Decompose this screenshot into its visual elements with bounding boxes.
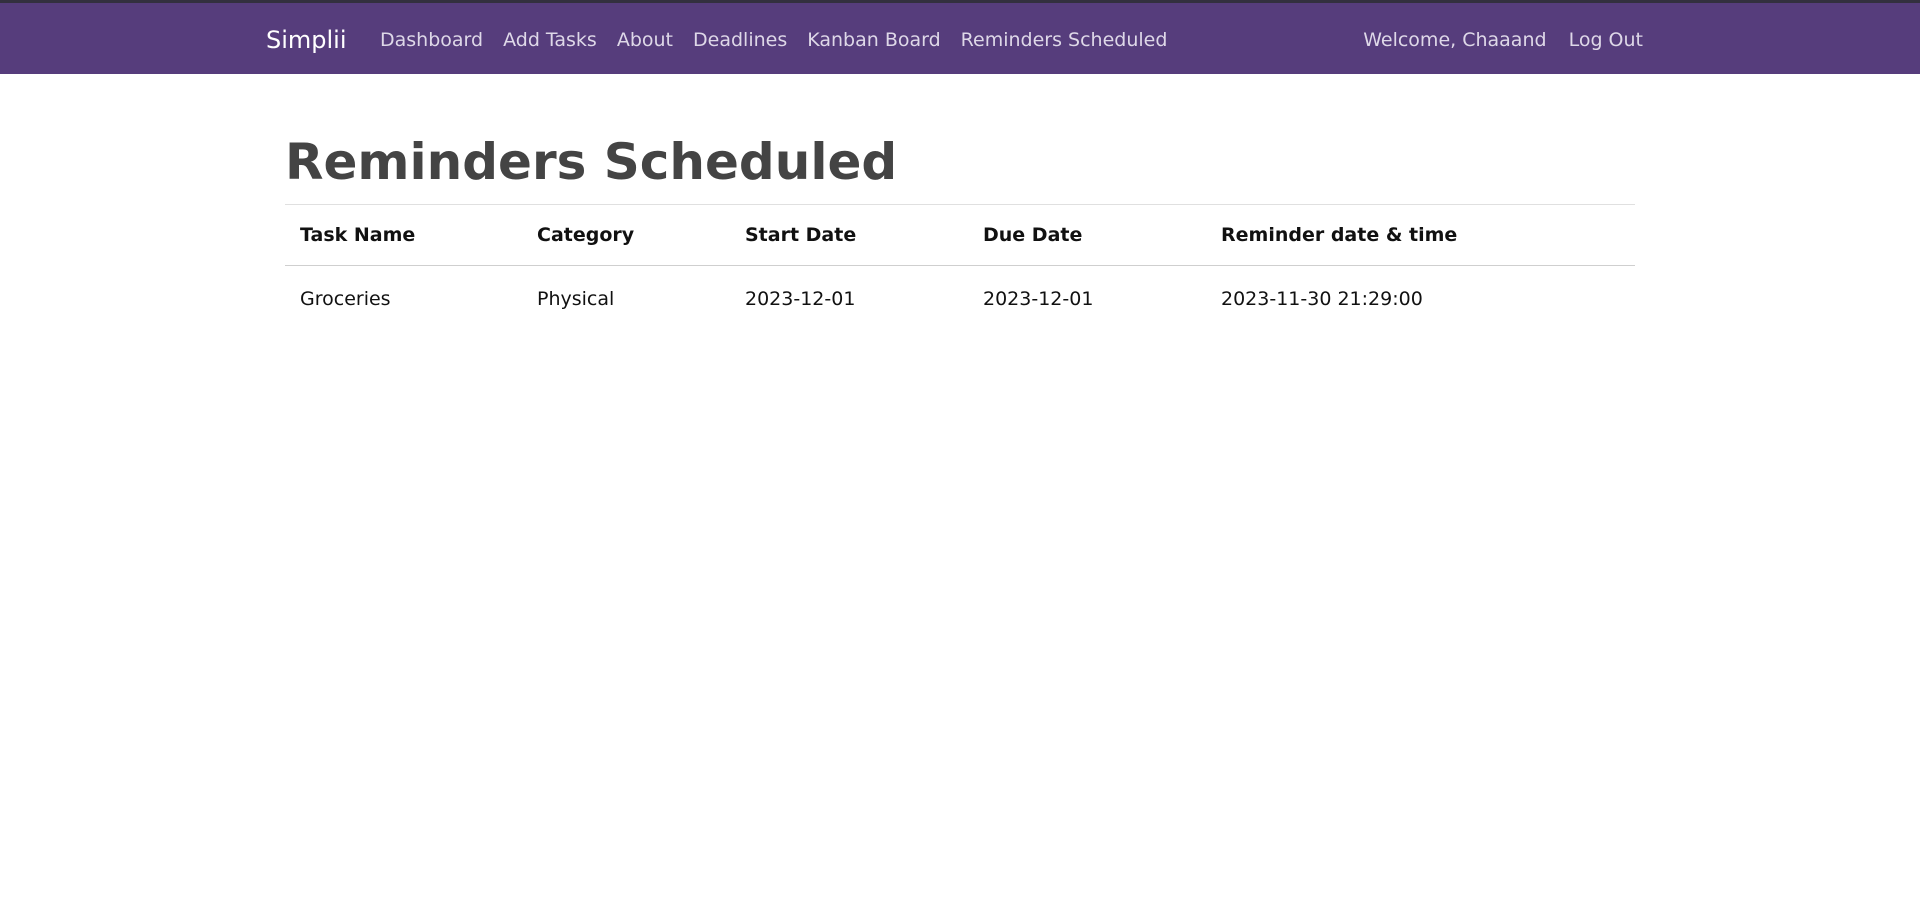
- cell-category: Physical: [537, 287, 615, 310]
- cell-due-date: 2023-12-01: [983, 287, 1094, 310]
- cell-reminder-datetime: 2023-11-30 21:29:00: [1221, 287, 1423, 310]
- header-category: Category: [522, 205, 730, 266]
- header-start-date: Start Date: [730, 205, 968, 266]
- main-nav: Dashboard Add Tasks About Deadlines Kanb…: [380, 3, 1187, 77]
- header-reminder-datetime: Reminder date & time: [1206, 205, 1635, 266]
- logout-link[interactable]: Log Out: [1569, 29, 1643, 51]
- nav-kanban-board[interactable]: Kanban Board: [807, 29, 940, 51]
- brand-link[interactable]: Simplii: [266, 3, 347, 77]
- nav-add-tasks[interactable]: Add Tasks: [503, 29, 597, 51]
- nav-about[interactable]: About: [617, 29, 673, 51]
- top-navbar: Simplii Dashboard Add Tasks About Deadli…: [0, 0, 1920, 74]
- nav-reminders-scheduled[interactable]: Reminders Scheduled: [961, 29, 1168, 51]
- user-nav: Welcome, Chaaand Log Out: [1363, 3, 1643, 77]
- welcome-text: Welcome, Chaaand: [1363, 29, 1547, 51]
- table-row: Groceries Physical 2023-12-01 2023-12-01…: [285, 266, 1635, 332]
- table-header-row: Task Name Category Start Date Due Date R…: [285, 205, 1635, 266]
- header-task-name: Task Name: [285, 205, 522, 266]
- page-title: Reminders Scheduled: [285, 120, 1635, 205]
- main-content: Reminders Scheduled Task Name Category S…: [285, 120, 1635, 331]
- nav-dashboard[interactable]: Dashboard: [380, 29, 483, 51]
- cell-task-name: Groceries: [300, 287, 391, 310]
- nav-deadlines[interactable]: Deadlines: [693, 29, 787, 51]
- header-due-date: Due Date: [968, 205, 1206, 266]
- cell-start-date: 2023-12-01: [745, 287, 856, 310]
- reminders-table: Task Name Category Start Date Due Date R…: [285, 205, 1635, 331]
